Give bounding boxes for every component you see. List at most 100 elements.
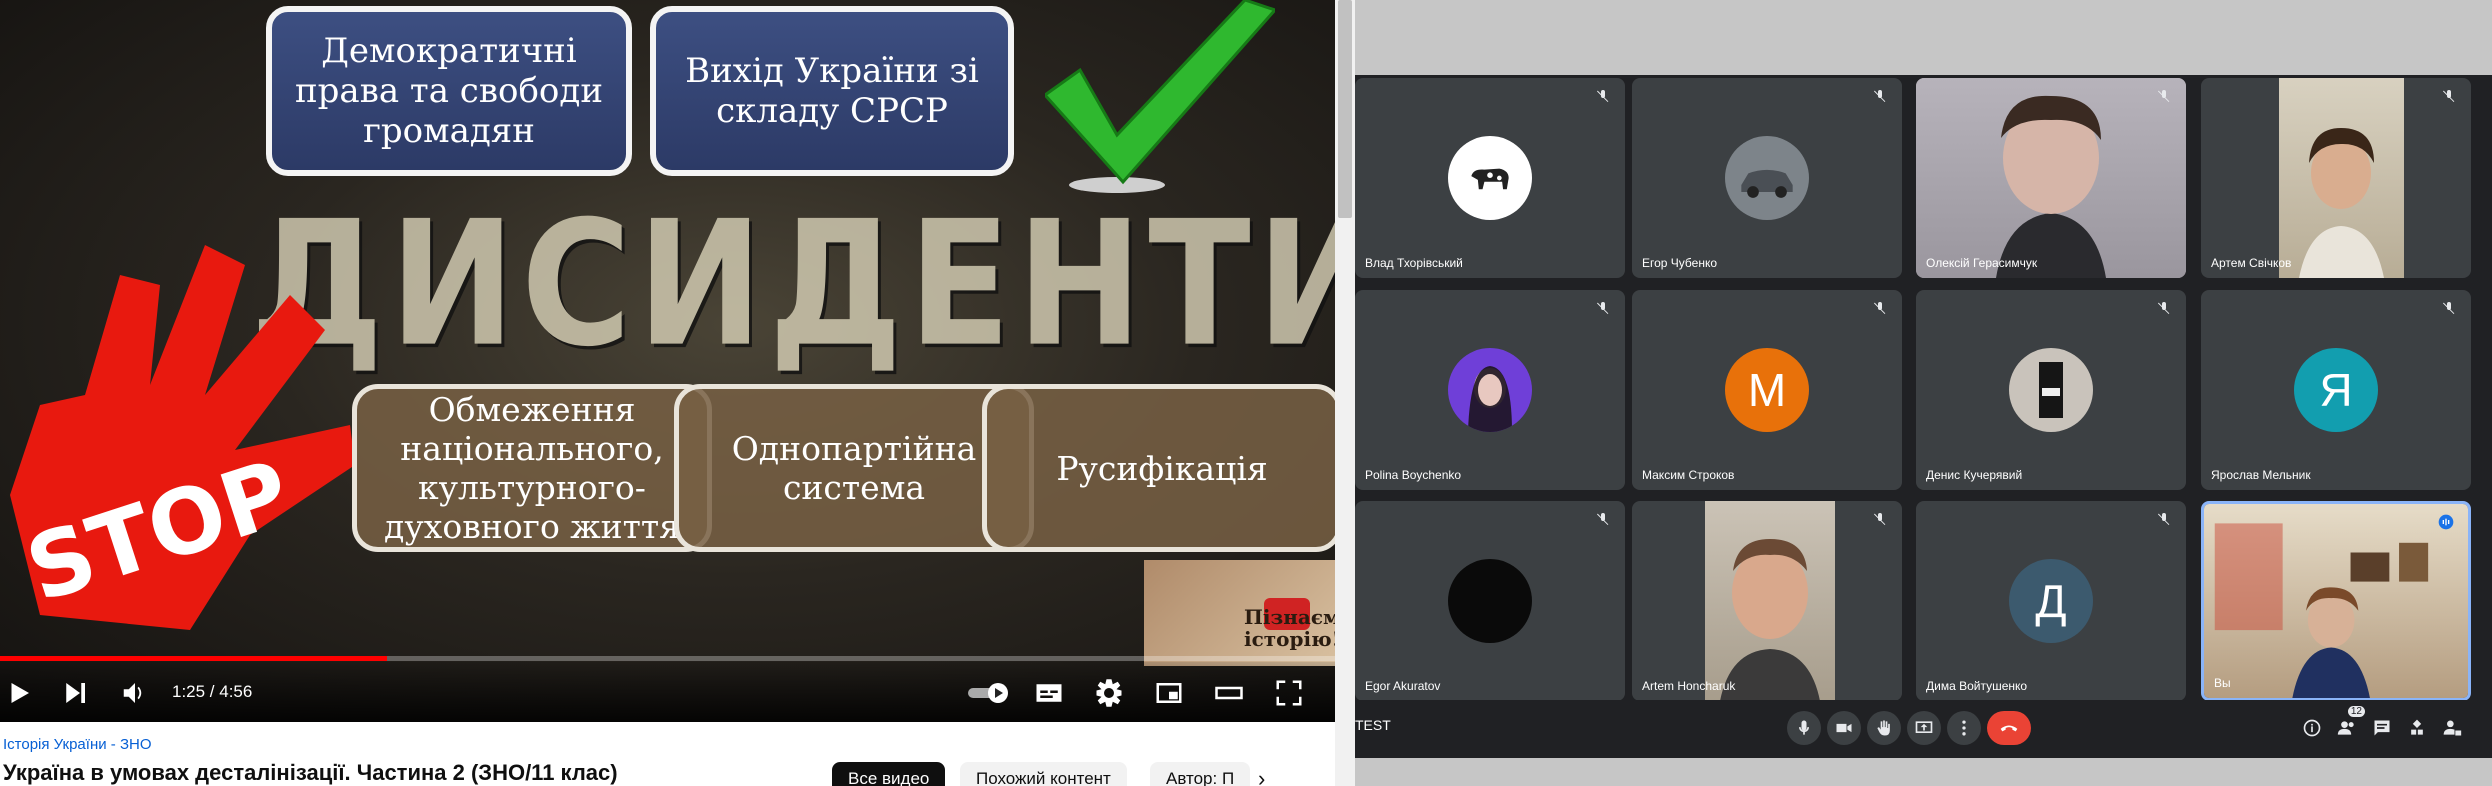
mic-off-icon: [1874, 513, 1886, 525]
host-controls-button[interactable]: [2438, 714, 2466, 742]
present-button[interactable]: [1907, 711, 1941, 745]
meet-grid: Влад Тхорівський Егор Чубенко Олексій Ге…: [1355, 75, 2492, 758]
chat-icon: [2374, 720, 2390, 736]
camera-button[interactable]: [1827, 711, 1861, 745]
participant-video: [1916, 78, 2186, 278]
slide-banner-word: ДИСИДЕНТИ: [250, 184, 1335, 386]
play-icon: [11, 683, 29, 703]
participant-tile[interactable]: Влад Тхорівський: [1355, 78, 1625, 278]
subtitles-button[interactable]: [1032, 676, 1066, 710]
slide-box-russification: Русифікація: [982, 384, 1335, 552]
theater-mode-icon: [1215, 686, 1243, 700]
photo-avatar: [1448, 348, 1532, 432]
camera-icon: [1836, 723, 1852, 733]
activities-button[interactable]: [2403, 714, 2431, 742]
photo-avatar: [1448, 559, 1532, 643]
mic-off-icon: [2158, 513, 2170, 525]
chip-author[interactable]: Автор: П: [1150, 762, 1250, 786]
gear-icon: [1096, 679, 1122, 707]
meeting-info-button[interactable]: [2298, 714, 2326, 742]
hand-icon: [1877, 720, 1890, 736]
mic-off-icon: [1597, 90, 1609, 102]
more-options-button[interactable]: [1947, 711, 1981, 745]
participant-tile[interactable]: Д Дима Войтушенко: [1916, 501, 2186, 701]
participant-tile[interactable]: Artem Honcharuk: [1632, 501, 1902, 701]
player-controls: 1:25 / 4:56: [0, 662, 1335, 722]
progress-played: [0, 656, 388, 661]
next-button[interactable]: [58, 676, 92, 710]
people-count-badge: 12: [2347, 706, 2365, 717]
autoplay-toggle[interactable]: [966, 676, 1012, 710]
mic-icon: [1798, 720, 1810, 735]
initial-avatar: М: [1725, 348, 1809, 432]
participant-name: Ярослав Мельник: [2211, 468, 2311, 482]
hang-up-button[interactable]: [1987, 711, 2031, 745]
participant-name: Artem Honcharuk: [1642, 679, 1736, 693]
people-button[interactable]: 12: [2333, 706, 2365, 742]
participant-tile[interactable]: Polina Boychenko: [1355, 290, 1625, 490]
participant-name: Polina Boychenko: [1365, 468, 1462, 482]
participant-video: [2279, 78, 2404, 278]
checkmark-icon: [1045, 0, 1275, 193]
mic-button[interactable]: [1787, 711, 1821, 745]
participant-name: Денис Кучерявий: [1926, 468, 2023, 482]
participant-tile[interactable]: Егор Чубенко: [1632, 78, 1902, 278]
participant-tile[interactable]: Денис Кучерявий: [1916, 290, 2186, 490]
miniplayer-icon: [1156, 683, 1182, 703]
chip-all-videos[interactable]: Все видео: [832, 762, 946, 786]
autoplay-toggle-icon: [968, 683, 1008, 703]
page-scrollbar[interactable]: [1335, 0, 1355, 786]
participant-name: Egor Akuratov: [1365, 679, 1441, 693]
mic-off-icon: [2443, 90, 2455, 102]
theater-mode-button[interactable]: [1212, 676, 1246, 710]
participant-name: Артем Свічков: [2211, 256, 2292, 270]
settings-button[interactable]: [1092, 676, 1126, 710]
hang-up-icon: [2000, 725, 2018, 732]
miniplayer-button[interactable]: [1152, 676, 1186, 710]
mic-off-icon: [1597, 513, 1609, 525]
activities-icon: [2411, 719, 2423, 735]
participant-tile[interactable]: Egor Akuratov: [1355, 501, 1625, 701]
volume-icon: [123, 683, 142, 703]
video-title: Україна в умовах десталінізації. Частина…: [3, 760, 618, 785]
subtitles-icon: [1036, 684, 1062, 702]
fullscreen-icon: [1276, 680, 1302, 706]
youtube-page: ДИСИДЕНТИ Демократичні права та свободи …: [0, 0, 1355, 786]
participant-name: Влад Тхорівський: [1365, 256, 1463, 270]
meet-control-bar: TEST 12: [1355, 700, 2492, 758]
mic-off-icon: [2443, 302, 2455, 314]
participant-video: [1705, 501, 1835, 701]
participant-name: Дима Войтушенко: [1926, 679, 2028, 693]
chevron-right-icon[interactable]: ›: [1258, 766, 1265, 786]
people-icon: [2337, 721, 2354, 735]
volume-button[interactable]: [118, 676, 152, 710]
raise-hand-button[interactable]: [1867, 711, 1901, 745]
participant-name: Вы: [2214, 676, 2231, 690]
mic-off-icon: [1874, 90, 1886, 102]
more-vertical-icon: [1962, 720, 1966, 736]
fullscreen-button[interactable]: [1272, 676, 1306, 710]
participant-name: Олексій Герасимчук: [1926, 256, 2038, 270]
stop-hand-icon: STOP: [10, 245, 355, 630]
skip-next-icon: [66, 683, 85, 703]
channel-link[interactable]: Історія України - ЗНО: [3, 736, 152, 753]
participant-tile[interactable]: Олексій Герасимчук: [1916, 78, 2186, 278]
chip-similar-content[interactable]: Похожий контент: [960, 762, 1127, 786]
participant-tile[interactable]: Я Ярослав Мельник: [2201, 290, 2471, 490]
participant-tile-self[interactable]: Вы: [2201, 501, 2471, 701]
meeting-code: TEST: [1355, 717, 1391, 733]
channel-watermark[interactable]: Пізнаємо історію!: [1144, 560, 1335, 666]
play-button[interactable]: [2, 676, 36, 710]
progress-bar[interactable]: [0, 656, 1335, 661]
slide-box-one-party: Однопартійна система: [674, 384, 1034, 552]
participant-tile[interactable]: М Максим Строков: [1632, 290, 1902, 490]
initial-avatar: Я: [2294, 348, 2378, 432]
slide-box-democratic-rights: Демократичні права та свободи громадян: [266, 6, 632, 176]
participant-name: Егор Чубенко: [1642, 256, 1718, 270]
watermark-text: Пізнаємо історію!: [1244, 605, 1335, 651]
participant-tile[interactable]: Артем Свічков: [2201, 78, 2471, 278]
chat-button[interactable]: [2368, 714, 2396, 742]
mic-off-icon: [1597, 302, 1609, 314]
video-player[interactable]: ДИСИДЕНТИ Демократичні права та свободи …: [0, 0, 1335, 722]
scrollbar-thumb[interactable]: [1338, 0, 1352, 218]
